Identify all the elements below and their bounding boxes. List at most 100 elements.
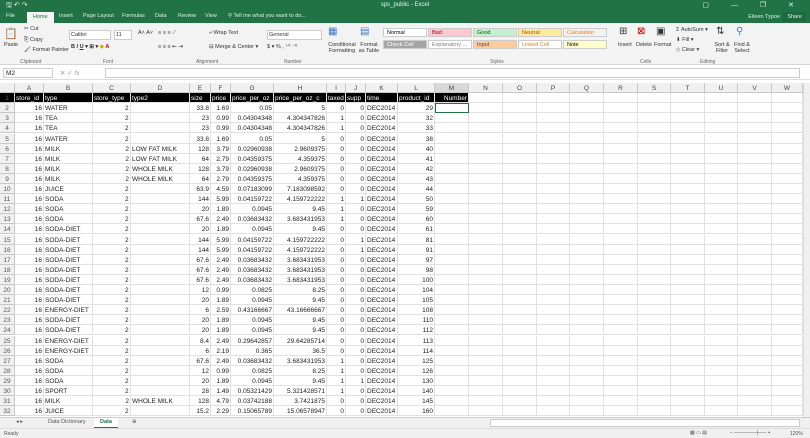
cell[interactable] <box>604 406 638 417</box>
cell-product-id[interactable]: 42 <box>398 163 435 174</box>
column-header-l[interactable]: L <box>398 83 435 94</box>
cell-store-id[interactable]: 16 <box>15 285 44 296</box>
cell-supp[interactable]: 0 <box>346 224 366 235</box>
cell-product-id[interactable]: 59 <box>398 204 435 215</box>
cell[interactable] <box>469 274 503 285</box>
cell-time[interactable]: DEC2014 <box>366 325 398 336</box>
cell-time[interactable]: DEC2014 <box>366 365 398 376</box>
cell[interactable] <box>503 264 537 275</box>
cell-supp[interactable]: 0 <box>346 315 366 326</box>
cell-price-per-oz[interactable]: 0.0825 <box>231 285 274 296</box>
cell-price-per-oz-c[interactable]: 9.45 <box>274 295 327 306</box>
cell-price[interactable]: 1.69 <box>211 133 231 144</box>
cell[interactable] <box>738 204 772 215</box>
cell-store-type[interactable]: 2 <box>93 184 131 195</box>
cell-size[interactable]: 64 <box>190 173 211 184</box>
cell-supp[interactable]: 1 <box>346 375 366 386</box>
cell[interactable] <box>570 153 604 164</box>
cell[interactable] <box>604 355 638 366</box>
cell-taxed[interactable]: 1 <box>327 355 346 366</box>
cell-supp[interactable]: 0 <box>346 406 366 417</box>
cell[interactable] <box>671 396 705 407</box>
cell[interactable] <box>503 406 537 417</box>
column-header-p[interactable]: P <box>537 83 570 94</box>
cell[interactable] <box>604 184 638 195</box>
column-header-d[interactable]: D <box>131 83 190 94</box>
cell-price[interactable]: 1.89 <box>211 224 231 235</box>
cell-type2[interactable] <box>131 184 190 195</box>
cell-product-id[interactable]: 110 <box>398 315 435 326</box>
user-name[interactable]: Eileen Typoe <box>748 14 780 20</box>
cell-type2[interactable] <box>131 224 190 235</box>
cell-taxed[interactable]: 0 <box>327 224 346 235</box>
cell[interactable] <box>705 103 738 114</box>
cell[interactable] <box>503 365 537 376</box>
cell-type2[interactable] <box>131 325 190 336</box>
cell-type[interactable]: MILK <box>44 143 93 154</box>
cell[interactable] <box>469 133 503 144</box>
cell[interactable] <box>537 305 570 316</box>
cell-type[interactable]: SODA-DIET <box>44 285 93 296</box>
cell-supp[interactable]: 0 <box>346 365 366 376</box>
row-number[interactable]: 28 <box>0 365 15 376</box>
cell-time[interactable]: DEC2014 <box>366 153 398 164</box>
cell-supp[interactable]: 0 <box>346 133 366 144</box>
name-box[interactable]: M2 <box>3 68 53 78</box>
cell[interactable] <box>738 365 772 376</box>
cell[interactable] <box>738 224 772 235</box>
cell[interactable] <box>469 305 503 316</box>
cell-price[interactable]: 1.89 <box>211 375 231 386</box>
cell[interactable] <box>638 214 671 225</box>
cell-type[interactable]: SODA-DIET <box>44 234 93 245</box>
cell-price[interactable]: 2.29 <box>211 406 231 417</box>
cell[interactable] <box>604 315 638 326</box>
cell[interactable] <box>604 345 638 356</box>
cell[interactable] <box>503 234 537 245</box>
cell[interactable] <box>503 305 537 316</box>
cell-store-type[interactable]: 2 <box>93 264 131 275</box>
cell-price-per-oz[interactable]: 0.07183099 <box>231 184 274 195</box>
cell[interactable] <box>705 234 738 245</box>
cell[interactable] <box>604 295 638 306</box>
cell-type[interactable]: JUICE <box>44 184 93 195</box>
cell-type[interactable]: SODA <box>44 194 93 205</box>
cell[interactable] <box>570 406 604 417</box>
cell[interactable] <box>772 355 803 366</box>
cell[interactable] <box>604 325 638 336</box>
cell-price-per-oz-c[interactable]: 2.9609375 <box>274 143 327 154</box>
cell[interactable] <box>537 143 570 154</box>
copy-button[interactable]: ⎘ Copy <box>24 37 43 44</box>
cell[interactable] <box>503 335 537 346</box>
cell-price-per-oz[interactable]: 0.04159722 <box>231 244 274 255</box>
cell-price[interactable]: 4.79 <box>211 396 231 407</box>
cell[interactable] <box>638 163 671 174</box>
cell-price-per-oz[interactable]: 0.03683432 <box>231 214 274 225</box>
cell[interactable] <box>503 254 537 265</box>
cell-taxed[interactable]: 0 <box>327 295 346 306</box>
cell[interactable] <box>537 133 570 144</box>
cell[interactable] <box>671 153 705 164</box>
cell-store-type[interactable]: 2 <box>93 355 131 366</box>
cell-style-neutral[interactable]: Neutral <box>518 28 562 37</box>
cell[interactable] <box>435 254 469 265</box>
cell[interactable] <box>503 173 537 184</box>
cell-price[interactable]: 3.79 <box>211 143 231 154</box>
cell-type2[interactable]: LOW FAT MILK <box>131 153 190 164</box>
cell[interactable] <box>570 386 604 397</box>
header-product-id[interactable]: product_id <box>398 93 435 104</box>
cell[interactable] <box>738 103 772 114</box>
cell[interactable] <box>772 254 803 265</box>
cell[interactable] <box>638 93 671 104</box>
column-header-r[interactable]: R <box>604 83 638 94</box>
cell-product-id[interactable]: 108 <box>398 305 435 316</box>
cell[interactable] <box>503 214 537 225</box>
row-number[interactable]: 6 <box>0 143 15 154</box>
cell-type2[interactable] <box>131 204 190 215</box>
cell[interactable] <box>469 214 503 225</box>
cell-time[interactable]: DEC2014 <box>366 133 398 144</box>
cell[interactable] <box>604 133 638 144</box>
wrap-text-button[interactable]: ⤶ Wrap Text <box>209 30 238 37</box>
column-header-i[interactable]: I <box>327 83 346 94</box>
cell-price[interactable]: 2.59 <box>211 305 231 316</box>
cell-price[interactable]: 0.99 <box>211 123 231 134</box>
